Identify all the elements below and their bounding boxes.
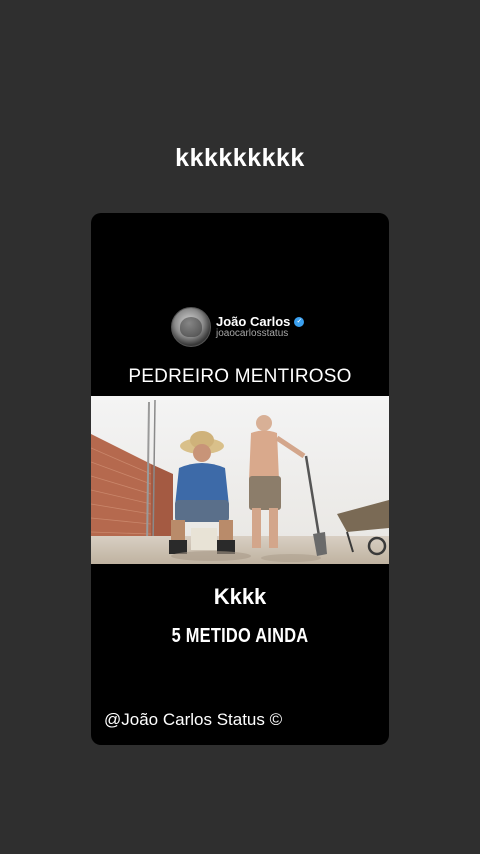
profile-handle: joaocarlosstatus — [216, 328, 289, 339]
post-photo — [91, 396, 389, 564]
verified-badge-icon: ✓ — [294, 316, 305, 327]
profile-name[interactable]: João Carlos — [216, 315, 290, 328]
post-profile[interactable]: João Carlos ✓ joaocarlosstatus — [171, 307, 305, 347]
post-headline: PEDREIRO MENTIROSO — [128, 366, 352, 387]
post-text-main: Kkkk — [213, 584, 267, 609]
shared-post-card[interactable]: João Carlos ✓ joaocarlosstatus PEDREIRO … — [91, 213, 389, 745]
post-text-sub: 5 METIDO AINDA — [171, 625, 309, 647]
story-caption: kkkkkkkkk — [175, 144, 305, 172]
avatar[interactable] — [171, 307, 211, 347]
post-watermark: @João Carlos Status © — [104, 710, 283, 729]
story-viewer: kkkkkkkkk João Carlos ✓ joaocarlosstatus… — [0, 0, 480, 854]
profile-text: João Carlos ✓ joaocarlosstatus — [216, 315, 305, 339]
profile-name-row: João Carlos ✓ — [216, 315, 305, 328]
